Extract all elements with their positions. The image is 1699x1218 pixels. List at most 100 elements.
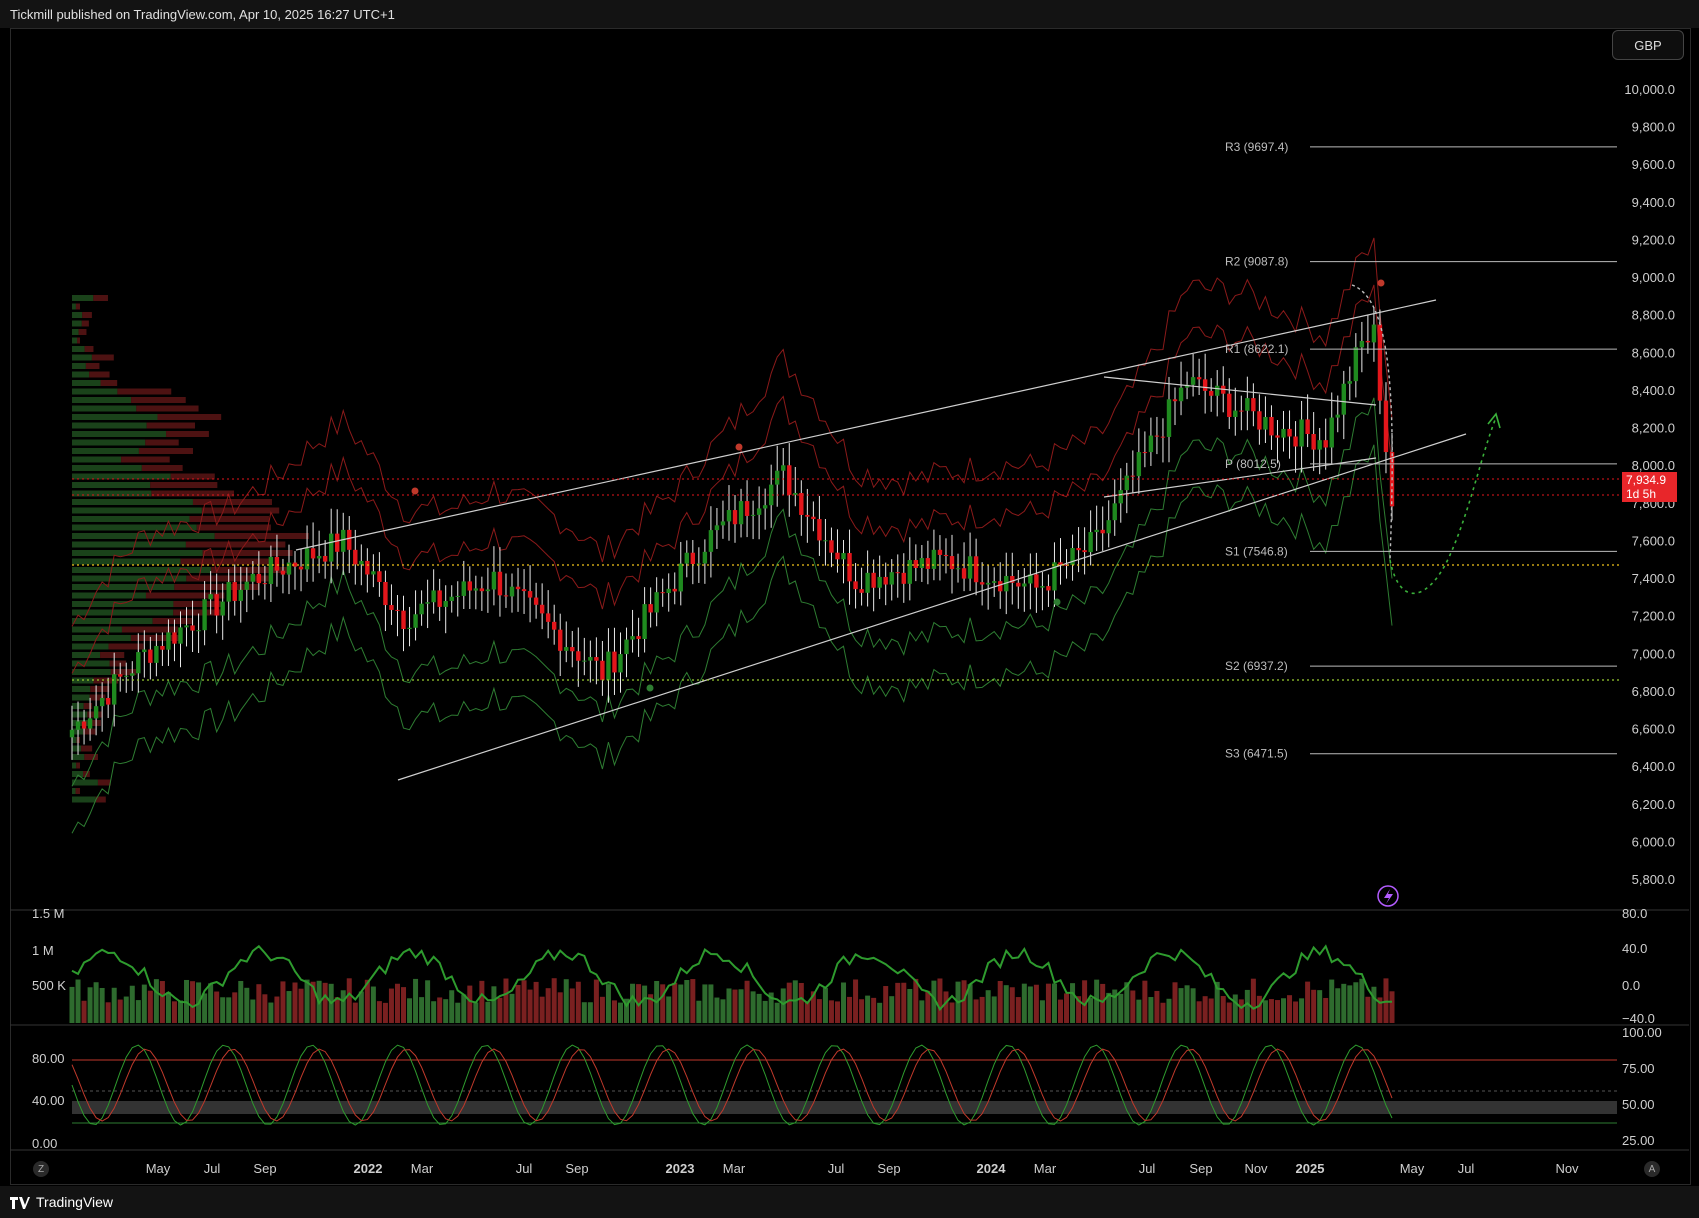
candle-body bbox=[1353, 347, 1359, 382]
stoch-right-axis-label: 100.00 bbox=[1622, 1025, 1662, 1040]
volume-profile-bar-red bbox=[196, 524, 271, 531]
footer-bar: TradingView bbox=[0, 1186, 1699, 1218]
candle-body bbox=[365, 560, 370, 575]
candle-body bbox=[1239, 410, 1244, 412]
volume-bar bbox=[105, 1002, 111, 1023]
volume-bar bbox=[672, 982, 678, 1023]
volume-profile-bar-red bbox=[77, 337, 80, 344]
volume-profile-bar-red bbox=[91, 354, 114, 361]
volume-bar bbox=[69, 986, 75, 1023]
price-axis-label: 8,800.0 bbox=[1632, 308, 1675, 323]
volume-bar bbox=[822, 988, 828, 1023]
candle-body bbox=[87, 718, 93, 729]
price-axis-label: 7,400.0 bbox=[1632, 571, 1675, 586]
candle-body bbox=[720, 521, 726, 526]
candle-body bbox=[1335, 414, 1340, 418]
time-axis-label: May bbox=[146, 1161, 171, 1176]
candle-body bbox=[1371, 324, 1377, 343]
volume-profile-bar-green bbox=[72, 388, 118, 395]
volume-bar bbox=[678, 984, 684, 1023]
volume-bar bbox=[913, 978, 919, 1023]
price-axis-label: 8,400.0 bbox=[1632, 383, 1675, 398]
volume-bar bbox=[1027, 986, 1033, 1023]
volume-bar bbox=[1015, 997, 1021, 1023]
candle-body bbox=[238, 589, 243, 601]
volume-bar bbox=[828, 1000, 834, 1023]
volume-bar bbox=[720, 999, 726, 1023]
volume-bar bbox=[1202, 996, 1208, 1023]
volume-profile-bar-red bbox=[121, 456, 170, 463]
candle-body bbox=[359, 560, 364, 565]
candle-body bbox=[708, 530, 714, 552]
volume-bar bbox=[1057, 999, 1063, 1023]
price-axis-label: 6,800.0 bbox=[1632, 684, 1675, 699]
volume-bar bbox=[792, 980, 798, 1023]
auto-scale-left-button[interactable]: Z bbox=[33, 1161, 49, 1177]
volume-profile-bar-green bbox=[72, 414, 158, 420]
volume-bar bbox=[853, 979, 859, 1023]
volume-bar bbox=[1305, 981, 1311, 1023]
volume-bar bbox=[521, 980, 527, 1023]
candle-body bbox=[1076, 548, 1081, 551]
candle-body bbox=[491, 571, 497, 590]
volume-bar bbox=[280, 981, 286, 1023]
candle-body bbox=[1281, 428, 1286, 438]
volume-profile-bar-red bbox=[166, 431, 209, 437]
volume-bar bbox=[756, 993, 762, 1023]
volume-profile-bar-red bbox=[76, 762, 80, 769]
volume-bar bbox=[533, 981, 539, 1023]
candle-body bbox=[244, 581, 249, 590]
candle-body bbox=[696, 563, 702, 565]
volume-bar bbox=[979, 996, 985, 1023]
volume-profile-bar-green bbox=[72, 558, 181, 565]
time-axis-label: Mar bbox=[723, 1161, 746, 1176]
volume-profile-bar-green bbox=[72, 456, 122, 463]
volume-bar bbox=[1250, 978, 1256, 1023]
volume-profile-bar-green bbox=[72, 584, 175, 590]
volume-bar bbox=[1118, 993, 1124, 1023]
volume-bar bbox=[581, 1002, 587, 1023]
volume-bar bbox=[575, 981, 581, 1023]
volume-bar bbox=[557, 992, 563, 1023]
candle-body bbox=[377, 571, 382, 582]
price-axis-label: 6,400.0 bbox=[1632, 759, 1675, 774]
candle-body bbox=[913, 560, 919, 568]
tradingview-brand[interactable]: TradingView bbox=[10, 1194, 113, 1210]
volume-bar bbox=[804, 1001, 810, 1023]
candle-body bbox=[274, 556, 280, 571]
candle-body bbox=[160, 645, 165, 650]
candle-body bbox=[618, 654, 623, 673]
chart-canvas[interactable]: 10,000.0 9,800.0 9,600.0 9,400.0 9,200.0 9,00… bbox=[0, 0, 1699, 1218]
volume-profile-bar-green bbox=[72, 397, 132, 403]
volume-bar bbox=[431, 1001, 437, 1023]
volume-bar bbox=[847, 996, 853, 1023]
volume-bar bbox=[159, 981, 165, 1023]
candle-body bbox=[1022, 583, 1027, 587]
auto-scale-right-button[interactable]: A bbox=[1644, 1161, 1660, 1177]
volume-profile-bar-green bbox=[72, 320, 82, 327]
volume-profile-bar-green bbox=[72, 303, 76, 310]
volume-profile-bar-green bbox=[72, 669, 111, 675]
volume-bar bbox=[340, 990, 346, 1023]
candle-body bbox=[1196, 377, 1202, 380]
candle-body bbox=[853, 581, 858, 590]
volume-bar bbox=[298, 988, 304, 1023]
candle-body bbox=[371, 571, 376, 575]
volume-bar bbox=[370, 986, 376, 1023]
price-axis-label: 7,200.0 bbox=[1632, 609, 1675, 624]
volume-bar bbox=[714, 997, 720, 1023]
triangle-upper-line bbox=[1103, 376, 1377, 406]
volume-bar bbox=[171, 1001, 177, 1023]
candle-body bbox=[973, 556, 979, 583]
volume-bar bbox=[871, 997, 877, 1023]
volume-bar bbox=[497, 997, 503, 1023]
stoch-right-axis-label: 50.00 bbox=[1622, 1097, 1655, 1112]
candle-body bbox=[775, 470, 780, 485]
volume-profile-bar-green bbox=[72, 541, 186, 548]
candle-body bbox=[1100, 529, 1105, 534]
volume-profile-bar-red bbox=[145, 439, 179, 446]
candle-body bbox=[99, 697, 105, 707]
volume-profile-bar-red bbox=[78, 329, 87, 335]
candle-body bbox=[75, 721, 81, 730]
volume-bar bbox=[262, 994, 268, 1023]
